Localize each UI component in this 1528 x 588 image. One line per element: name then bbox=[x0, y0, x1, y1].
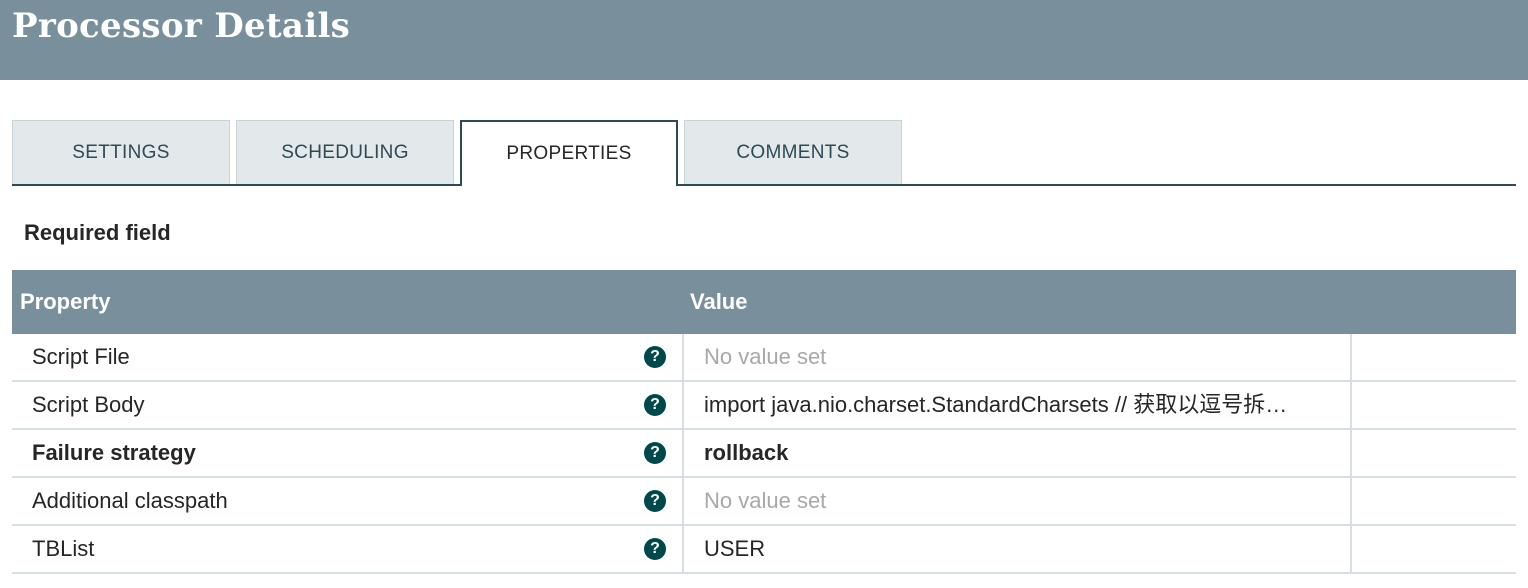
tab-bar: SETTINGS SCHEDULING PROPERTIES COMMENTS bbox=[12, 120, 1516, 186]
dialog-header: Processor Details bbox=[0, 0, 1528, 80]
table-row[interactable]: Failure strategy ? rollback bbox=[12, 430, 1516, 478]
property-value[interactable]: rollback bbox=[704, 430, 1340, 476]
question-circle-icon[interactable]: ? bbox=[644, 442, 666, 464]
table-row[interactable]: Script File ? No value set bbox=[12, 334, 1516, 382]
question-circle-icon[interactable]: ? bbox=[644, 394, 666, 416]
tab-scheduling[interactable]: SCHEDULING bbox=[236, 120, 454, 184]
column-divider bbox=[682, 430, 684, 476]
property-name: Script Body bbox=[32, 392, 145, 417]
property-value[interactable]: No value set bbox=[704, 334, 1340, 380]
property-value[interactable]: import java.nio.charset.StandardCharsets… bbox=[704, 382, 1340, 428]
question-circle-icon[interactable]: ? bbox=[644, 346, 666, 368]
property-name: Script File bbox=[32, 344, 130, 369]
column-divider bbox=[682, 526, 684, 572]
column-divider bbox=[1350, 382, 1352, 428]
table-header: Property Value bbox=[12, 270, 1516, 334]
tab-properties[interactable]: PROPERTIES bbox=[460, 120, 678, 186]
property-name: Failure strategy bbox=[32, 440, 196, 465]
table-row[interactable]: TBList ? USER bbox=[12, 526, 1516, 574]
required-field-label: Required field bbox=[24, 220, 171, 245]
column-header-property[interactable]: Property bbox=[20, 270, 110, 334]
column-divider bbox=[682, 382, 684, 428]
column-divider bbox=[682, 334, 684, 380]
column-header-value[interactable]: Value bbox=[690, 270, 747, 334]
column-divider bbox=[1350, 334, 1352, 380]
column-divider bbox=[1350, 526, 1352, 572]
tab-comments[interactable]: COMMENTS bbox=[684, 120, 902, 184]
column-divider bbox=[1350, 430, 1352, 476]
properties-table: Property Value Script File ? No value se… bbox=[12, 270, 1516, 574]
dialog-title: Processor Details bbox=[12, 6, 351, 46]
column-divider bbox=[1350, 478, 1352, 524]
property-name: Additional classpath bbox=[32, 488, 228, 513]
tab-bar-underline bbox=[12, 184, 1516, 186]
property-value[interactable]: USER bbox=[704, 526, 1340, 572]
question-circle-icon[interactable]: ? bbox=[644, 490, 666, 512]
property-value[interactable]: No value set bbox=[704, 478, 1340, 524]
table-row[interactable]: Additional classpath ? No value set bbox=[12, 478, 1516, 526]
tab-settings[interactable]: SETTINGS bbox=[12, 120, 230, 184]
column-divider bbox=[682, 478, 684, 524]
table-row[interactable]: Script Body ? import java.nio.charset.St… bbox=[12, 382, 1516, 430]
question-circle-icon[interactable]: ? bbox=[644, 538, 666, 560]
property-name: TBList bbox=[32, 536, 95, 561]
